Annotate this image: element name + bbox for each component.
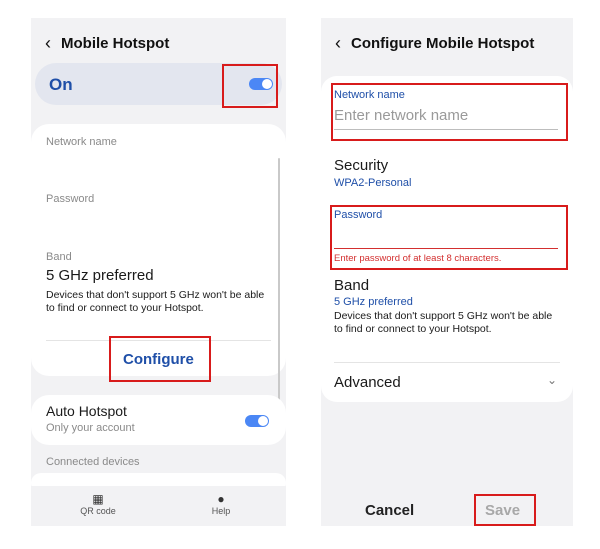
band-value[interactable]: 5 GHz preferred bbox=[46, 267, 154, 284]
band-description: Devices that don't support 5 GHz won't b… bbox=[46, 289, 265, 314]
scrollbar[interactable] bbox=[278, 158, 280, 422]
auto-hotspot-card[interactable]: Auto Hotspot Only your account bbox=[31, 395, 286, 445]
highlight-box bbox=[109, 336, 211, 382]
page-title: Configure Mobile Hotspot bbox=[351, 34, 535, 52]
help-label: Help bbox=[211, 506, 231, 516]
bottom-nav: ▦ QR code ● Help bbox=[31, 486, 286, 526]
qr-code-nav[interactable]: ▦ QR code bbox=[78, 492, 118, 516]
divider bbox=[334, 362, 560, 363]
connected-devices-header: Connected devices bbox=[46, 456, 140, 468]
security-label: Security bbox=[334, 157, 389, 174]
auto-hotspot-toggle[interactable] bbox=[245, 415, 269, 427]
help-nav[interactable]: ● Help bbox=[201, 492, 241, 516]
network-name-label[interactable]: Network name bbox=[46, 136, 117, 148]
qr-code-label: QR code bbox=[80, 506, 116, 516]
advanced-row[interactable]: Advanced bbox=[334, 374, 401, 391]
page-title: Mobile Hotspot bbox=[61, 34, 170, 52]
qr-code-icon: ▦ bbox=[92, 492, 104, 506]
configure-hotspot-screen: ‹ Configure Mobile Hotspot Network name … bbox=[321, 18, 573, 526]
highlight-box bbox=[222, 64, 278, 108]
header: ‹ Mobile Hotspot bbox=[45, 34, 169, 52]
chevron-down-icon[interactable]: ⌄ bbox=[547, 373, 557, 387]
auto-hotspot-title: Auto Hotspot bbox=[46, 403, 127, 419]
highlight-box bbox=[474, 494, 536, 526]
security-value[interactable]: WPA2-Personal bbox=[334, 177, 411, 189]
band-label: Band bbox=[334, 277, 370, 294]
mobile-hotspot-screen: ‹ Mobile Hotspot On Network name Passwor… bbox=[31, 18, 286, 526]
cancel-button[interactable]: Cancel bbox=[365, 502, 414, 519]
band-label: Band bbox=[46, 251, 72, 263]
back-arrow-icon[interactable]: ‹ bbox=[45, 34, 51, 52]
back-arrow-icon[interactable]: ‹ bbox=[335, 34, 341, 52]
band-value[interactable]: 5 GHz preferred bbox=[334, 296, 413, 308]
band-description: Devices that don't support 5 GHz won't b… bbox=[334, 310, 553, 335]
password-label[interactable]: Password bbox=[46, 193, 94, 205]
highlight-box bbox=[331, 83, 568, 141]
help-icon: ● bbox=[217, 492, 225, 506]
auto-hotspot-subtitle: Only your account bbox=[46, 422, 135, 434]
highlight-box bbox=[330, 205, 568, 270]
header: ‹ Configure Mobile Hotspot bbox=[335, 34, 534, 52]
toggle-knob bbox=[258, 416, 268, 426]
on-label: On bbox=[49, 75, 73, 94]
